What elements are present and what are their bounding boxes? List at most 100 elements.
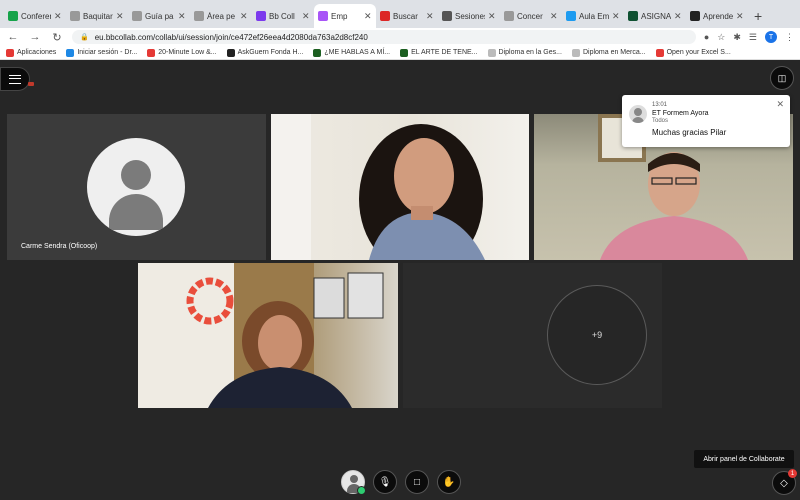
- tab-label: Sesiones: [455, 11, 485, 21]
- notification-time: 13:01: [652, 102, 668, 108]
- profile-avatar[interactable]: T: [765, 31, 777, 43]
- my-status-button[interactable]: [341, 470, 366, 495]
- bookmark-label: EL ARTE DE TENE...: [411, 49, 478, 56]
- session-options-button[interactable]: ◫: [770, 66, 794, 90]
- browser-tab[interactable]: Bb Coll ✕: [252, 4, 314, 28]
- chat-icon: ◇: [780, 477, 788, 489]
- tab-close-icon[interactable]: ✕: [116, 11, 124, 22]
- tab-close-icon[interactable]: ✕: [178, 11, 186, 22]
- url-text: eu.bbcollab.com/collab/ui/session/join/c…: [94, 32, 368, 42]
- new-tab-button[interactable]: +: [754, 4, 762, 28]
- session-menu-button[interactable]: [0, 67, 30, 91]
- tab-favicon-icon: [132, 11, 142, 21]
- participant-video-tile[interactable]: [271, 114, 529, 260]
- media-controls: 🎙 □ ✋: [341, 470, 461, 495]
- participant-video-tile[interactable]: [138, 263, 398, 408]
- tab-close-icon[interactable]: ✕: [426, 11, 434, 22]
- notification-badge: 1: [788, 469, 797, 478]
- tab-close-icon[interactable]: ✕: [550, 11, 558, 22]
- bookmark-item[interactable]: Iniciar sesión - Dr...: [66, 48, 138, 57]
- forward-icon[interactable]: →: [28, 31, 42, 43]
- tab-label: Emp: [331, 11, 348, 21]
- tab-favicon-icon: [504, 11, 514, 21]
- browser-tab[interactable]: Aprende ✕: [686, 4, 748, 28]
- bookmark-favicon-icon: [655, 48, 664, 57]
- browser-tab[interactable]: Sesiones ✕: [438, 4, 500, 28]
- tab-label: Concer: [517, 11, 543, 21]
- hand-icon: ✋: [442, 476, 456, 488]
- kebab-menu-icon[interactable]: ⋮: [785, 32, 794, 43]
- browser-tab[interactable]: Conferenc✕: [4, 4, 66, 28]
- browser-tab[interactable]: Aula Em ✕: [562, 4, 624, 28]
- tab-close-icon[interactable]: ✕: [302, 11, 310, 22]
- participant-video: [271, 114, 485, 260]
- raise-hand-button[interactable]: ✋: [437, 470, 461, 494]
- tab-label: ASIGNA: [641, 11, 671, 21]
- tab-label: Bb Coll: [269, 11, 295, 21]
- bookmark-label: Iniciar sesión - Dr...: [77, 49, 138, 56]
- bookmark-favicon-icon: [400, 48, 409, 57]
- camera-off-icon: □: [413, 476, 421, 488]
- bookmark-item[interactable]: Open your Excel S...: [655, 48, 731, 57]
- tab-label: Guía pa: [145, 11, 174, 21]
- close-icon[interactable]: ✕: [776, 99, 784, 110]
- camera-button[interactable]: □: [405, 470, 429, 494]
- participant-tile[interactable]: Carme Sendra (Oficoop): [7, 114, 266, 260]
- address-bar[interactable]: 🔒 eu.bbcollab.com/collab/ui/session/join…: [72, 30, 696, 44]
- bookmark-label: Diploma en la Ges...: [498, 49, 562, 56]
- bookmark-item[interactable]: Aplicaciones: [6, 48, 57, 57]
- browser-tab[interactable]: Emp ✕: [314, 4, 376, 28]
- browser-tab[interactable]: Concer ✕: [500, 4, 562, 28]
- tab-favicon-icon: [256, 11, 266, 21]
- bookmark-label: Aplicaciones: [17, 49, 57, 56]
- tab-close-icon[interactable]: ✕: [364, 11, 372, 22]
- reload-icon[interactable]: ↻: [50, 31, 64, 44]
- more-participants-tile[interactable]: +9: [403, 263, 662, 408]
- bookmark-item[interactable]: ¿ME HABLAS A MÍ...: [313, 48, 390, 57]
- tab-close-icon[interactable]: ✕: [54, 11, 62, 22]
- bookmark-item[interactable]: Diploma en Merca...: [571, 48, 646, 57]
- tab-favicon-icon: [690, 11, 700, 21]
- notification-message: Muchas gracias Pilar: [652, 128, 727, 137]
- chat-notification[interactable]: 13:01 ET Formem Ayora Todos Muchas graci…: [622, 95, 790, 147]
- star-icon[interactable]: ☆: [717, 32, 725, 43]
- back-icon[interactable]: ←: [6, 31, 20, 43]
- bookmark-item[interactable]: Diploma en la Ges...: [487, 48, 562, 57]
- bookmarks-bar: Aplicaciones Iniciar sesión - Dr... 20-Min…: [0, 46, 800, 60]
- browser-tab[interactable]: Guía pa ✕: [128, 4, 190, 28]
- tab-close-icon[interactable]: ✕: [240, 11, 248, 22]
- collaborate-panel-button[interactable]: ◇ 1: [772, 469, 797, 495]
- bookmark-favicon-icon: [487, 48, 496, 57]
- tab-favicon-icon: [70, 11, 80, 21]
- tab-label: Buscar: [393, 11, 418, 21]
- camera-icon[interactable]: ●: [704, 32, 709, 42]
- room-icon: ◫: [777, 72, 787, 83]
- microphone-button[interactable]: 🎙: [373, 470, 397, 494]
- tab-label: Conferenc: [21, 11, 51, 21]
- lock-icon: 🔒: [80, 34, 89, 41]
- tab-close-icon[interactable]: ✕: [674, 11, 682, 22]
- tab-close-icon[interactable]: ✕: [488, 11, 496, 22]
- tab-close-icon[interactable]: ✕: [612, 11, 620, 22]
- panel-tooltip: Abrir panel de Collaborate: [694, 450, 794, 468]
- bookmark-favicon-icon: [6, 48, 14, 57]
- bookmark-favicon-icon: [571, 48, 580, 57]
- bookmark-item[interactable]: EL ARTE DE TENE...: [400, 48, 478, 57]
- browser-tab[interactable]: Baquitar ✕: [66, 4, 128, 28]
- browser-tab[interactable]: ASIGNA ✕: [624, 4, 686, 28]
- tab-label: Aprende: [703, 11, 733, 21]
- tab-label: Aula Em: [579, 11, 609, 21]
- bookmark-item[interactable]: AskGuern Fonda H...: [226, 48, 304, 57]
- microphone-off-icon: 🎙: [378, 476, 392, 488]
- bookmark-label: AskGuern Fonda H...: [237, 49, 304, 56]
- hamburger-icon: [9, 74, 21, 84]
- tab-close-icon[interactable]: ✕: [736, 11, 744, 22]
- reading-list-icon[interactable]: ☰: [749, 32, 757, 43]
- browser-tab[interactable]: Buscar ✕: [376, 4, 438, 28]
- extensions-icon[interactable]: ✱: [733, 32, 741, 43]
- browser-toolbar: ← → ↻ 🔒 eu.bbcollab.com/collab/ui/sessio…: [0, 28, 800, 46]
- bookmark-item[interactable]: 20-Minute Low &...: [147, 48, 217, 57]
- bookmark-favicon-icon: [147, 48, 156, 57]
- more-participants-count[interactable]: +9: [547, 285, 647, 385]
- browser-tab[interactable]: Área pe ✕: [190, 4, 252, 28]
